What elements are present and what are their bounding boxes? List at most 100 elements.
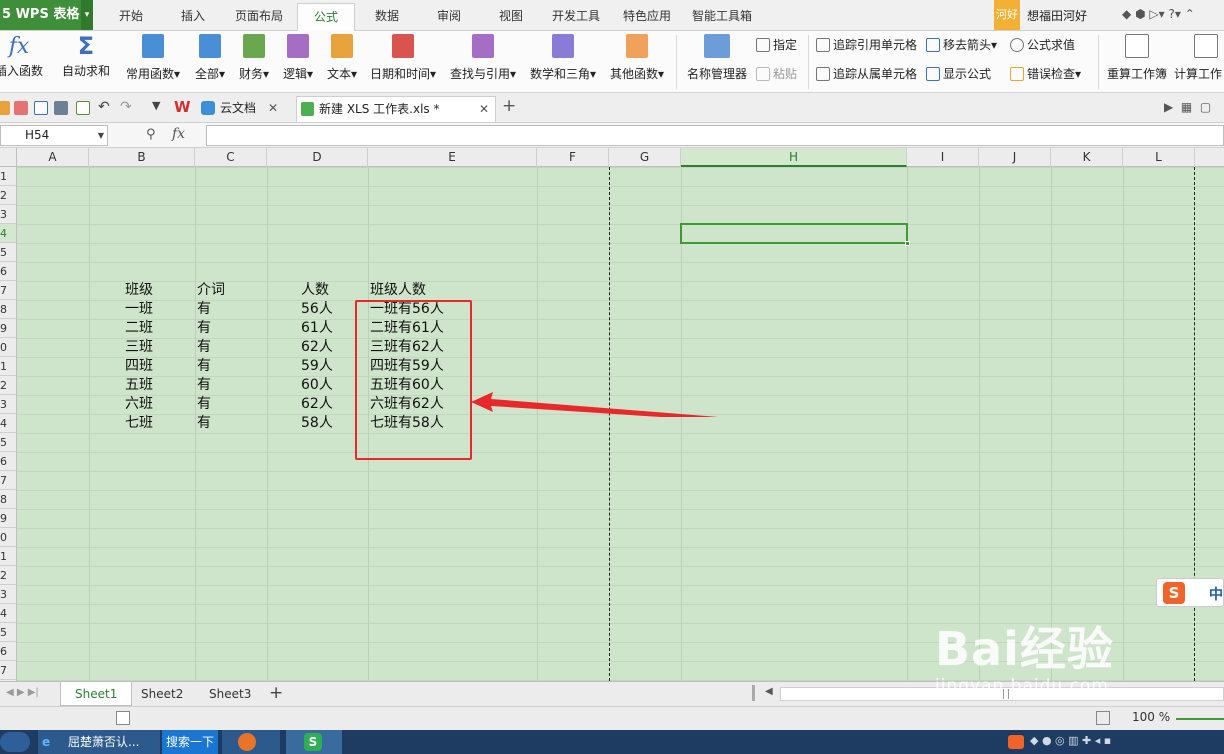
system-tray-icons[interactable]: ◆ ● ◎ ▥ ✚ ◂ ▪ <box>1030 734 1111 747</box>
row-header[interactable]: 5 <box>0 433 16 452</box>
cell-count[interactable]: 59人 <box>301 357 333 376</box>
tab-smart-tools[interactable]: 智能工具箱 <box>692 7 752 24</box>
column-header-partial[interactable] <box>1195 148 1224 167</box>
tab-formulas[interactable]: 公式 <box>297 3 356 31</box>
row-header[interactable]: 5 <box>0 623 16 642</box>
datetime-button[interactable]: 日期和时间▾ <box>368 31 438 89</box>
sheet-status-icon[interactable] <box>116 711 130 725</box>
formula-input[interactable] <box>206 125 1224 146</box>
row-header[interactable]: 7 <box>0 661 16 680</box>
scroll-left-icon[interactable]: ◀ <box>765 686 773 697</box>
taskbar-ie-item[interactable]: e 屈楚萧否认... <box>38 730 160 754</box>
tray-sogou-icon[interactable] <box>1008 735 1024 749</box>
cell-count[interactable]: 60人 <box>301 376 333 395</box>
cell-class[interactable]: 二班 <box>125 319 153 338</box>
all-functions-button[interactable]: 全部▾ <box>192 31 228 89</box>
column-header[interactable]: C <box>195 148 267 167</box>
cell-preposition[interactable]: 有 <box>197 300 211 319</box>
row-header[interactable]: 6 <box>0 642 16 661</box>
row-header[interactable]: 8 <box>0 300 16 319</box>
tab-view[interactable]: 视图 <box>499 7 523 24</box>
row-header[interactable]: 9 <box>0 509 16 528</box>
ime-toolbar[interactable]: S 中 <box>1156 578 1224 607</box>
cell-preposition[interactable]: 有 <box>197 319 211 338</box>
undo-icon[interactable]: ↶ <box>98 99 110 115</box>
column-header[interactable]: I <box>907 148 979 167</box>
row-header[interactable]: 4 <box>0 224 16 243</box>
close-icon[interactable]: ✕ <box>479 97 489 121</box>
chevron-down-icon[interactable]: ▾ <box>81 0 93 30</box>
assign-button[interactable]: 指定 <box>756 36 797 53</box>
tab-home[interactable]: 开始 <box>119 7 143 24</box>
cell-class[interactable]: 一班 <box>125 300 153 319</box>
row-header[interactable]: 6 <box>0 262 16 281</box>
trace-dependents-button[interactable]: 追踪从属单元格 <box>816 65 917 82</box>
other-functions-button[interactable]: 其他函数▾ <box>608 31 666 89</box>
evaluate-formula-button[interactable]: 公式求值 <box>1010 36 1075 53</box>
show-formulas-button[interactable]: 显示公式 <box>926 65 991 82</box>
taskbar-firefox-item[interactable] <box>222 730 280 754</box>
window-icon[interactable]: ▢ <box>1200 100 1211 114</box>
column-header[interactable]: K <box>1051 148 1123 167</box>
column-header[interactable]: B <box>89 148 195 167</box>
skin-icon[interactable]: ◆ <box>1122 7 1131 21</box>
row-header[interactable]: 5 <box>0 243 16 262</box>
trace-precedents-button[interactable]: 追踪引用单元格 <box>816 36 917 53</box>
tab-data[interactable]: 数据 <box>375 7 399 24</box>
active-cell-selection[interactable] <box>680 223 910 246</box>
paste-button[interactable]: 粘贴 <box>756 65 797 82</box>
sogou-icon[interactable]: S <box>1163 582 1185 604</box>
new-doc-icon[interactable] <box>34 101 48 115</box>
fill-handle[interactable] <box>905 241 910 246</box>
cell-preposition[interactable]: 有 <box>197 395 211 414</box>
column-header[interactable]: G <box>609 148 681 167</box>
financial-button[interactable]: 财务▾ <box>236 31 272 89</box>
row-header[interactable]: 7 <box>0 471 16 490</box>
math-trig-button[interactable]: 数学和三角▾ <box>528 31 598 89</box>
cell-preposition[interactable]: 有 <box>197 376 211 395</box>
sheet-tab-3[interactable]: Sheet3 <box>195 682 265 706</box>
cell-header-count[interactable]: 人数 <box>301 281 329 300</box>
column-header[interactable]: E <box>368 148 537 167</box>
tab-insert[interactable]: 插入 <box>181 7 205 24</box>
tab-split-handle[interactable] <box>752 685 755 701</box>
column-header-selected[interactable]: H <box>681 148 907 167</box>
calc-sheet-button[interactable]: 计算工作 <box>1174 31 1224 89</box>
add-sheet-icon[interactable]: + <box>269 683 283 703</box>
column-header[interactable]: A <box>17 148 89 167</box>
column-header[interactable]: J <box>979 148 1051 167</box>
row-header[interactable]: 1 <box>0 167 16 186</box>
name-box[interactable]: H54 ▼ <box>0 125 108 146</box>
row-header[interactable]: 2 <box>0 376 16 395</box>
cell-count[interactable]: 62人 <box>301 395 333 414</box>
settings-icon[interactable]: ⬢ <box>1135 7 1145 21</box>
row-header[interactable]: 3 <box>0 395 16 414</box>
name-manager-button[interactable]: 名称管理器 <box>686 31 748 89</box>
row-header[interactable]: 2 <box>0 566 16 585</box>
app-menu-button[interactable]: 5 WPS 表格 ▾ <box>0 0 93 30</box>
sheet-nav-icons[interactable]: ◀ ▶ ▶| <box>6 687 39 698</box>
ime-mode-label[interactable]: 中 <box>1209 584 1223 604</box>
quick-access-dropdown-icon[interactable]: ▼ <box>152 99 160 112</box>
play-icon[interactable]: ▶ <box>1164 100 1173 114</box>
cell-count[interactable]: 58人 <box>301 414 333 433</box>
column-header[interactable]: F <box>537 148 609 167</box>
logical-button[interactable]: 逻辑▾ <box>280 31 316 89</box>
row-header[interactable]: 1 <box>0 357 16 376</box>
cell-preposition[interactable]: 有 <box>197 357 211 376</box>
row-header[interactable]: 7 <box>0 281 16 300</box>
tab-current-file[interactable]: 新建 XLS 工作表.xls * ✕ <box>296 96 496 122</box>
print-preview-icon[interactable] <box>76 101 90 115</box>
tab-developer[interactable]: 开发工具 <box>552 7 600 24</box>
row-header[interactable]: 4 <box>0 414 16 433</box>
help-icon[interactable]: ?▾ <box>1168 7 1180 21</box>
cell-class[interactable]: 六班 <box>125 395 153 414</box>
cell-header-class-count[interactable]: 班级人数 <box>370 281 426 300</box>
column-header[interactable]: D <box>267 148 368 167</box>
minimize-icon[interactable]: ⌃ <box>1185 7 1195 21</box>
lookup-button[interactable]: 查找与引用▾ <box>448 31 518 89</box>
cell-class[interactable]: 七班 <box>125 414 153 433</box>
autosum-button[interactable]: Σ 自动求和 <box>56 31 116 89</box>
cell-preposition[interactable]: 有 <box>197 338 211 357</box>
zoom-search-icon[interactable]: ⚲ <box>146 127 156 142</box>
